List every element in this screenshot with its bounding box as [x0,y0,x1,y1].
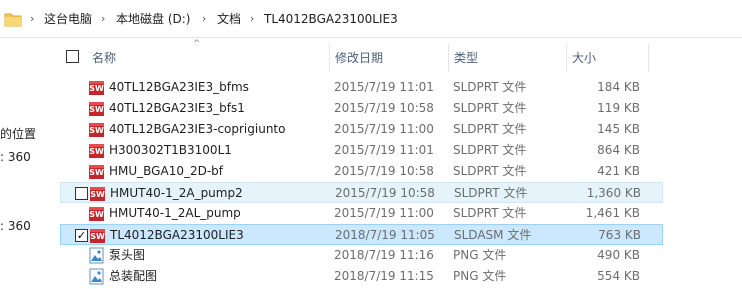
column-header-date[interactable]: 修改日期 [335,46,383,70]
folder-icon [4,13,22,27]
column-header-name[interactable]: 名称 [92,46,116,70]
column-divider[interactable] [566,44,567,72]
svg-text:SW: SW [90,190,105,199]
png-image-icon [89,268,104,285]
file-type: SLDPRT 文件 [453,164,527,178]
file-name: 40TL12BGA23IE3-coprigiunto [109,122,286,136]
solidworks-part-icon: SW [89,207,104,221]
file-type: SLDASM 文件 [454,228,532,242]
file-size: 1,461 KB [585,206,640,220]
file-row[interactable]: SW 40TL12BGA23IE3_bfms 2015/7/19 11:01 SLDP… [60,77,663,98]
file-modified-date: 2015/7/19 11:01 [334,80,434,94]
breadcrumb-chevron-icon[interactable]: › [101,11,105,27]
png-image-icon [89,247,104,264]
svg-text:SW: SW [89,210,104,219]
svg-text:SW: SW [89,168,104,177]
file-modified-date: 2015/7/19 10:58 [334,101,434,115]
solidworks-part-icon: SW [89,165,104,179]
file-modified-date: 2018/7/19 11:05 [335,228,435,242]
file-size: 184 KB [597,80,640,94]
file-name: H300302T1B3100L1 [109,143,232,157]
file-size: 864 KB [597,143,640,157]
file-type: PNG 文件 [453,248,507,262]
file-row[interactable]: SW HMUT40-1_2AL_pump 2015/7/19 11:00 SLDPRT… [60,203,663,224]
svg-text:SW: SW [89,84,104,93]
breadcrumb-this-pc[interactable]: 这台电脑 [44,11,92,27]
column-header-type[interactable]: 类型 [454,46,478,70]
file-row[interactable]: SW HMUT40-1_2A_pump2 2015/7/19 10:58 SLDPRT… [60,182,663,203]
file-row[interactable]: SW H300302T1B3100L1 2015/7/19 11:01 SLDPRT … [60,140,663,161]
svg-text:SW: SW [89,105,104,114]
file-size: 763 KB [598,228,641,242]
file-size: 145 KB [597,122,640,136]
select-all-checkbox[interactable] [66,50,79,63]
breadcrumb-documents[interactable]: 文档 [217,11,241,27]
row-checkbox[interactable]: ✓ [75,229,88,242]
left-pane-text: : 360 [0,150,31,164]
file-row[interactable]: SW 40TL12BGA23IE3-coprigiunto 2015/7/19 11… [60,119,663,140]
row-checkbox[interactable] [75,187,88,200]
solidworks-part-icon: SW [89,144,104,158]
file-name: HMU_BGA10_2D-bf [109,164,224,178]
file-modified-date: 2015/7/19 10:58 [335,186,435,200]
file-type: SLDPRT 文件 [454,186,528,200]
file-type: SLDPRT 文件 [453,143,527,157]
solidworks-part-icon: SW [89,102,104,116]
file-row[interactable]: 泵头图 2018/7/19 11:16 PNG 文件 490 KB [60,245,663,266]
file-row[interactable]: SW HMU_BGA10_2D-bf 2015/7/19 10:58 SLDPRT 文… [60,161,663,182]
file-modified-date: 2018/7/19 11:16 [334,248,434,262]
solidworks-part-icon: SW [90,187,105,201]
column-header-size[interactable]: 大小 [572,46,596,70]
file-modified-date: 2015/7/19 11:00 [334,122,434,136]
left-pane-text: : 360 [0,219,31,233]
file-modified-date: 2015/7/19 11:00 [334,206,434,220]
file-name: TL4012BGA23100LIE3 [110,228,244,242]
svg-text:SW: SW [90,232,105,241]
file-type: SLDPRT 文件 [453,80,527,94]
left-pane-text: 的位置 [0,127,37,141]
address-bar[interactable]: › 这台电脑 › 本地磁盘 (D:) › 文档 › TL4012BGA23100… [0,0,742,38]
file-size: 421 KB [597,164,640,178]
file-type: SLDPRT 文件 [453,122,527,136]
file-name: 40TL12BGA23IE3_bfms [109,80,249,94]
file-modified-date: 2015/7/19 10:58 [334,164,434,178]
solidworks-assembly-icon: SW [90,229,105,243]
file-name: 总装配图 [109,269,158,283]
breadcrumb-local-disk[interactable]: 本地磁盘 (D:) [116,11,190,27]
file-type: SLDPRT 文件 [453,206,527,220]
file-size: 554 KB [597,269,640,283]
solidworks-part-icon: SW [89,81,104,95]
breadcrumb-current-folder[interactable]: TL4012BGA23100LIE3 [264,11,398,27]
column-divider[interactable] [448,44,449,72]
breadcrumb-chevron-icon[interactable]: › [30,11,34,27]
solidworks-part-icon: SW [89,123,104,137]
file-size: 119 KB [597,101,640,115]
svg-text:SW: SW [89,147,104,156]
file-row[interactable]: 总装配图 2018/7/19 11:15 PNG 文件 554 KB [60,266,663,287]
file-name: 40TL12BGA23IE3_bfs1 [109,101,245,115]
breadcrumb-chevron-icon[interactable]: › [250,11,254,27]
column-divider[interactable] [329,44,330,72]
column-divider[interactable] [648,44,649,72]
svg-text:SW: SW [89,126,104,135]
file-type: SLDPRT 文件 [453,101,527,115]
file-size: 490 KB [597,248,640,262]
file-row[interactable]: ✓ SW TL4012BGA23100LIE3 2018/7/19 11:05 SLDA… [60,224,663,245]
file-name: HMUT40-1_2A_pump2 [110,186,243,200]
file-modified-date: 2015/7/19 11:01 [334,143,434,157]
breadcrumb-chevron-icon[interactable]: › [202,11,206,27]
sort-ascending-icon: ^ [193,39,201,49]
file-type: PNG 文件 [453,269,507,283]
file-modified-date: 2018/7/19 11:15 [334,269,434,283]
file-name: HMUT40-1_2AL_pump [109,206,241,220]
file-size: 1,360 KB [586,186,641,200]
file-name: 泵头图 [109,248,146,262]
file-row[interactable]: SW 40TL12BGA23IE3_bfs1 2015/7/19 10:58 SLDP… [60,98,663,119]
